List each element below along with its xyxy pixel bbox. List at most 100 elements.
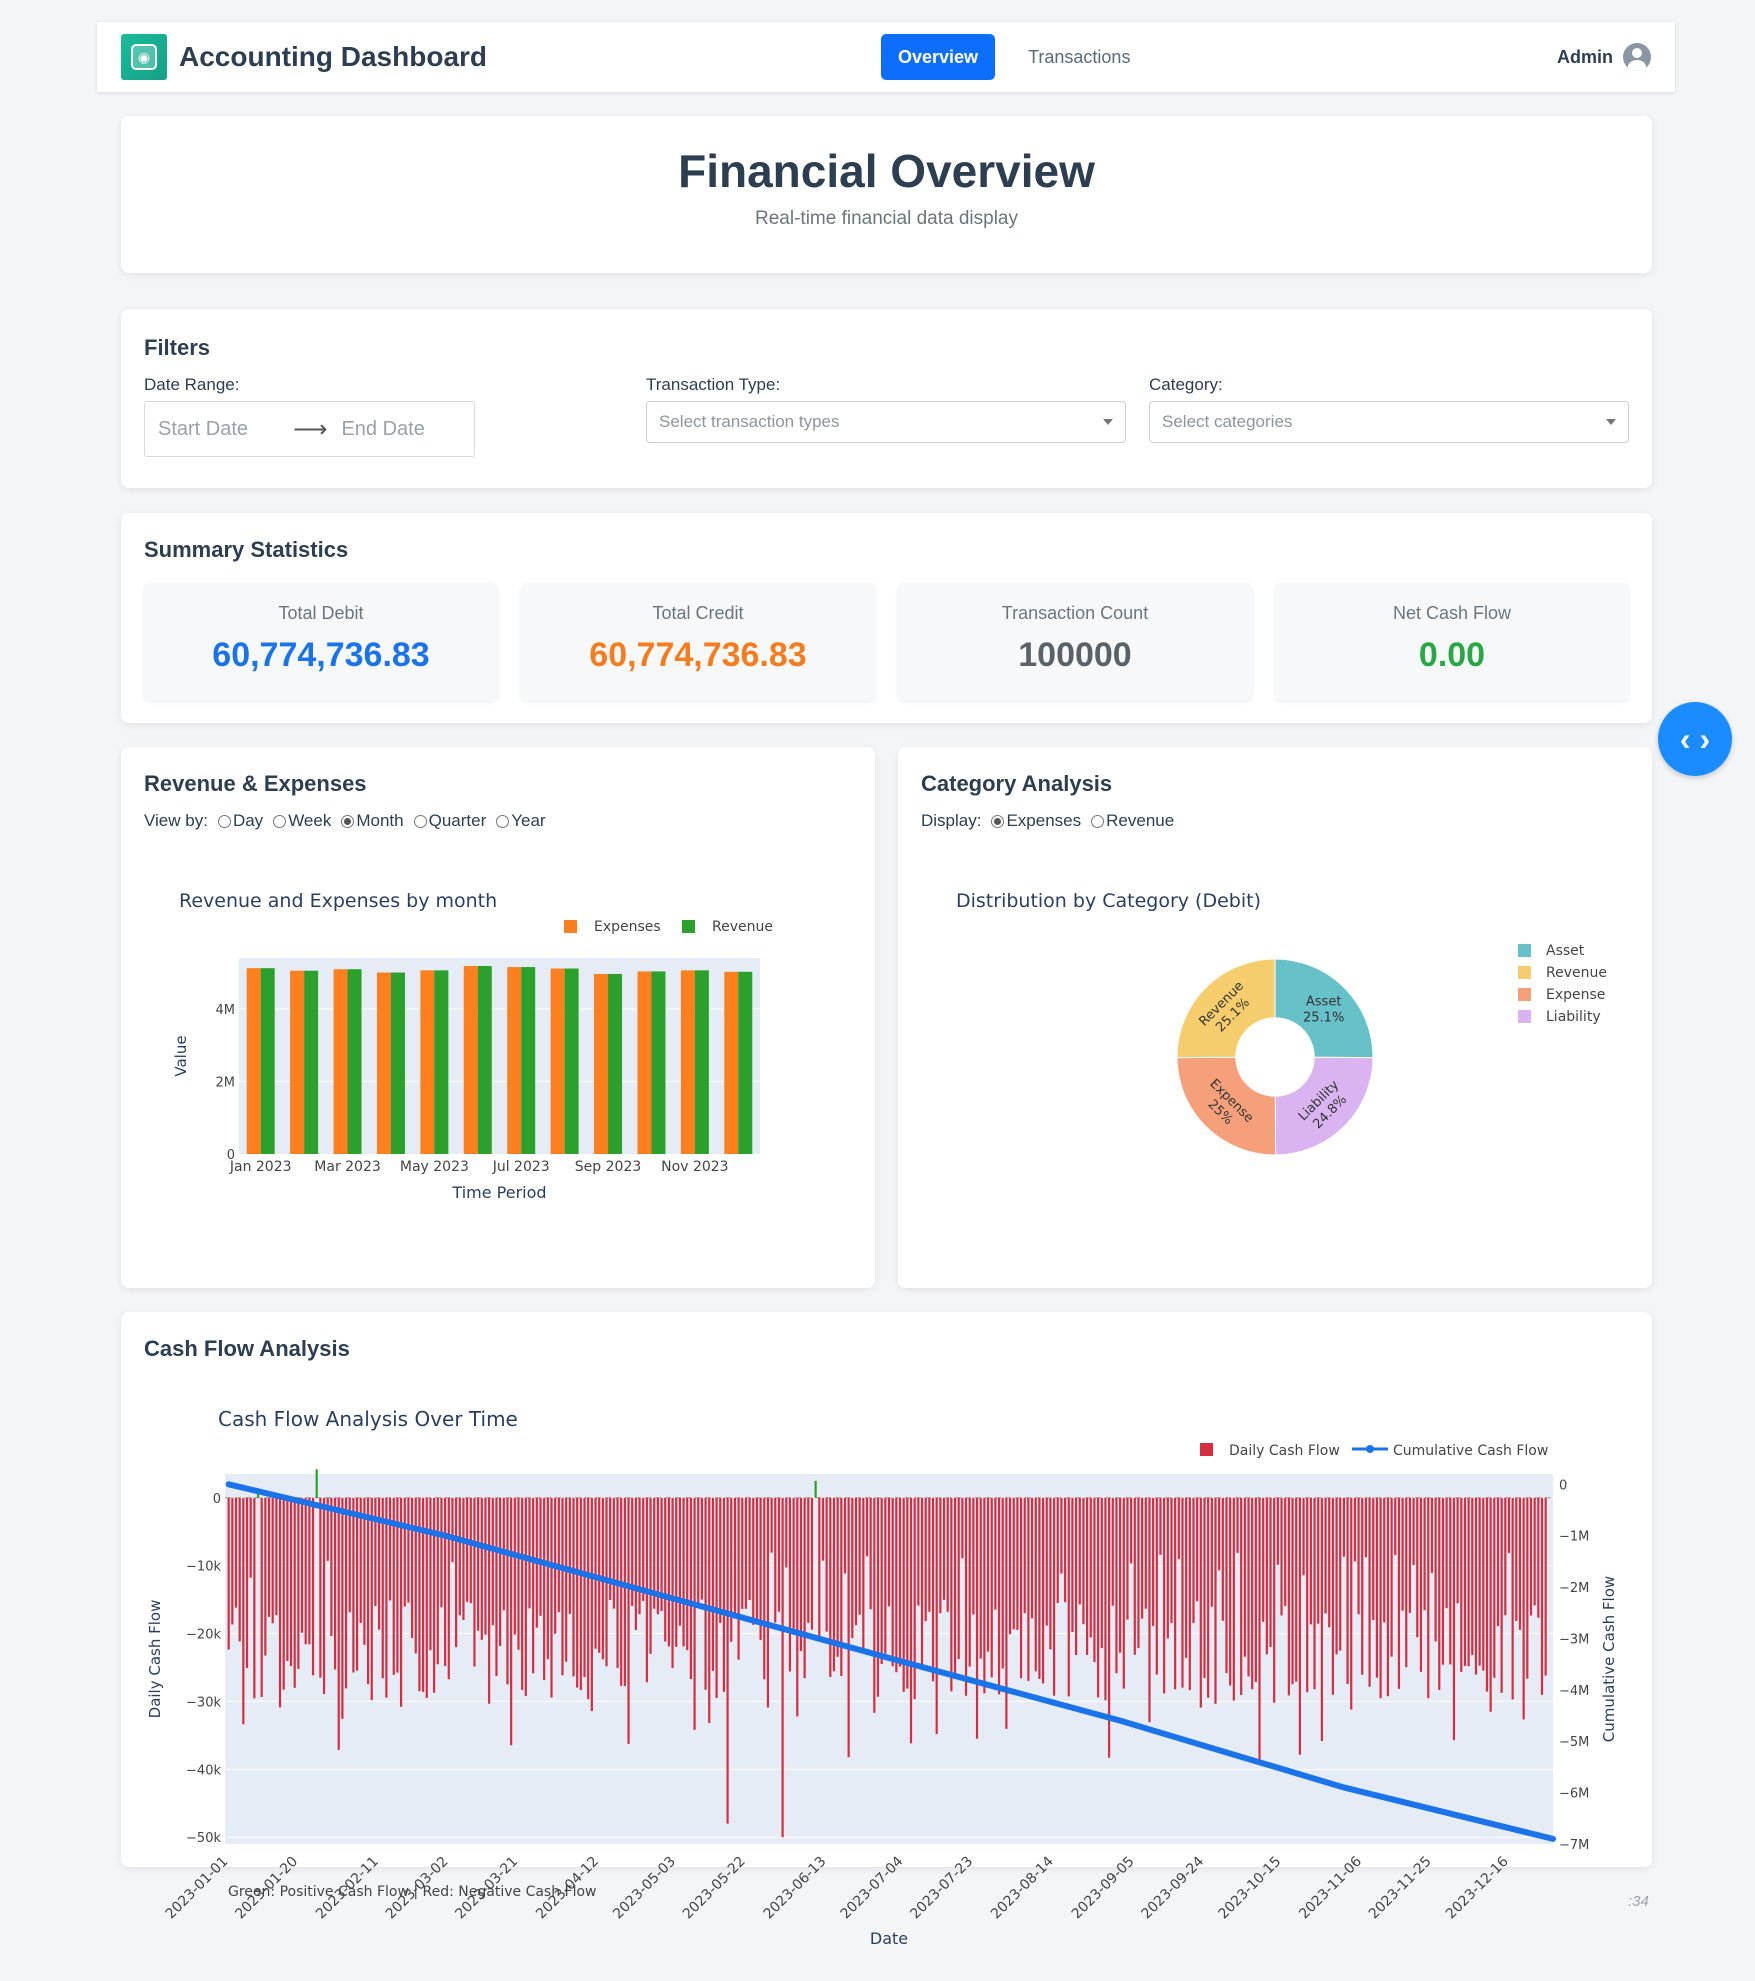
daily-cash-flow-bar [1383,1497,1386,1623]
daily-cash-flow-bar [1405,1497,1408,1668]
daily-cash-flow-bar [1430,1497,1434,1574]
daily-cash-flow-bar [311,1497,315,1676]
daily-cash-flow-bar [667,1497,670,1647]
daily-cash-flow-bar [546,1497,549,1660]
user-menu[interactable]: Admin [1557,43,1651,71]
chart-title: Revenue and Expenses by month [179,890,497,912]
daily-cash-flow-bar [1412,1497,1415,1566]
radio-label: Quarter [428,811,487,830]
view-by-label: View by: [144,811,208,830]
summary-title: Summary Statistics [144,537,349,562]
start-date-input[interactable]: Start Date [158,418,248,441]
daily-cash-flow-bar [873,1497,876,1713]
daily-cash-flow-bar [286,1497,289,1661]
nav-tabs: Overview Transactions [881,34,1147,80]
legend-swatch [564,920,577,933]
daily-cash-flow-bar [1229,1497,1232,1686]
daily-cash-flow-bar [1115,1497,1118,1674]
bar-revenue [347,969,362,1154]
daily-cash-flow-bar [414,1497,417,1654]
category-analysis-title: Category Analysis [921,771,1113,796]
tab-overview[interactable]: Overview [881,34,996,80]
daily-cash-flow-bar [1361,1497,1364,1675]
radio-circle[interactable] [413,814,427,828]
daily-cash-flow-bar [1408,1497,1412,1614]
legend-label: Revenue [1546,965,1607,981]
daily-cash-flow-bar [1485,1497,1489,1692]
x-tick-label: 2023-05-03 [610,1854,679,1923]
stat-row: Total Debit 60,774,736.83 Total Credit 6… [144,583,1629,701]
bar-expenses [376,972,391,1154]
filters-grid: Date Range: Start Date ⟶ End Date Transa… [144,375,1629,475]
radio-expenses[interactable]: Expenses [991,811,1081,831]
app-logo-icon[interactable]: ◉ [121,34,167,80]
y-tick-label: −20k [186,1628,221,1643]
daily-cash-flow-bar [271,1497,274,1624]
daily-cash-flow-bar [939,1497,942,1614]
daily-cash-flow-bar [612,1497,615,1609]
category-select[interactable]: Select categories [1149,401,1629,443]
tab-transactions[interactable]: Transactions [1011,34,1147,80]
radio-week[interactable]: Week [273,811,331,831]
daily-cash-flow-bar [840,1497,843,1676]
daily-cash-flow-bar [675,1497,678,1647]
daily-cash-flow-bar [752,1497,755,1625]
radio-label: Week [288,811,332,830]
radio-circle[interactable] [341,814,355,828]
daily-cash-flow-bar [579,1497,582,1691]
daily-cash-flow-bar [1247,1497,1250,1677]
transaction-type-select[interactable]: Select transaction types [646,401,1126,443]
daily-cash-flow-bar [1306,1497,1309,1693]
daily-cash-flow-bar [1482,1497,1485,1671]
daily-cash-flow-bar [1141,1497,1144,1619]
radio-circle[interactable] [273,814,287,828]
display-radio-group: Display: Expenses Revenue [921,811,1629,831]
daily-cash-flow-bar [1137,1497,1140,1649]
y-axis-title: Value [172,1035,190,1076]
cash-flow-plot-area: Cash Flow Analysis Over Time Daily Cash F… [144,1312,1634,1962]
daily-cash-flow-bar [1166,1497,1169,1639]
daily-cash-flow-bar [300,1497,304,1633]
daily-cash-flow-bar [429,1497,432,1651]
y-axis-title: Daily Cash Flow [146,1600,164,1719]
daily-cash-flow-bar [385,1497,388,1698]
stat-value: 100000 [1018,636,1132,674]
radio-label: Revenue [1106,811,1175,830]
radio-circle[interactable] [217,814,231,828]
radio-revenue[interactable]: Revenue [1091,811,1174,831]
daily-cash-flow-bar [1126,1497,1129,1620]
radio-day[interactable]: Day [217,811,263,831]
end-date-input[interactable]: End Date [341,418,424,441]
daily-cash-flow-bar [543,1497,546,1681]
daily-cash-flow-bar [1478,1497,1481,1666]
daily-cash-flow-bar [495,1497,498,1677]
x-tick-label: 2023-11-06 [1296,1853,1365,1922]
stat-value: 60,774,736.83 [589,636,807,674]
radio-month[interactable]: Month [341,811,404,831]
daily-cash-flow-bar [1012,1497,1015,1630]
radio-circle[interactable] [991,814,1005,828]
radio-quarter[interactable]: Quarter [413,811,487,831]
daily-cash-flow-bar [1445,1497,1448,1609]
category-label: Category: [1149,375,1223,394]
code-toggle-button[interactable]: ‹ › [1658,702,1732,776]
daily-cash-flow-bar [1133,1497,1136,1655]
daily-cash-flow-bar [594,1497,597,1649]
daily-cash-flow-bar [807,1497,810,1623]
daily-cash-flow-bar [704,1497,707,1690]
daily-cash-flow-bar [1265,1497,1268,1655]
legend-swatch [1518,988,1531,1001]
x-tick-label: 2023-12-16 [1443,1853,1512,1922]
daily-cash-flow-bar [1419,1497,1423,1672]
radio-circle[interactable] [1091,814,1105,828]
top-navbar: ◉ Accounting Dashboard Overview Transact… [97,22,1675,92]
revenue-expenses-card: Revenue & Expenses View by: Day Week Mon… [121,747,875,1288]
radio-year[interactable]: Year [496,811,546,831]
user-avatar-icon[interactable] [1623,43,1651,71]
date-range-picker[interactable]: Start Date ⟶ End Date [144,401,475,457]
radio-circle[interactable] [496,814,510,828]
daily-cash-flow-bar [462,1497,465,1620]
daily-cash-flow-bar [1544,1497,1547,1676]
daily-cash-flow-bar [1111,1497,1114,1606]
bar-revenue [390,972,405,1154]
